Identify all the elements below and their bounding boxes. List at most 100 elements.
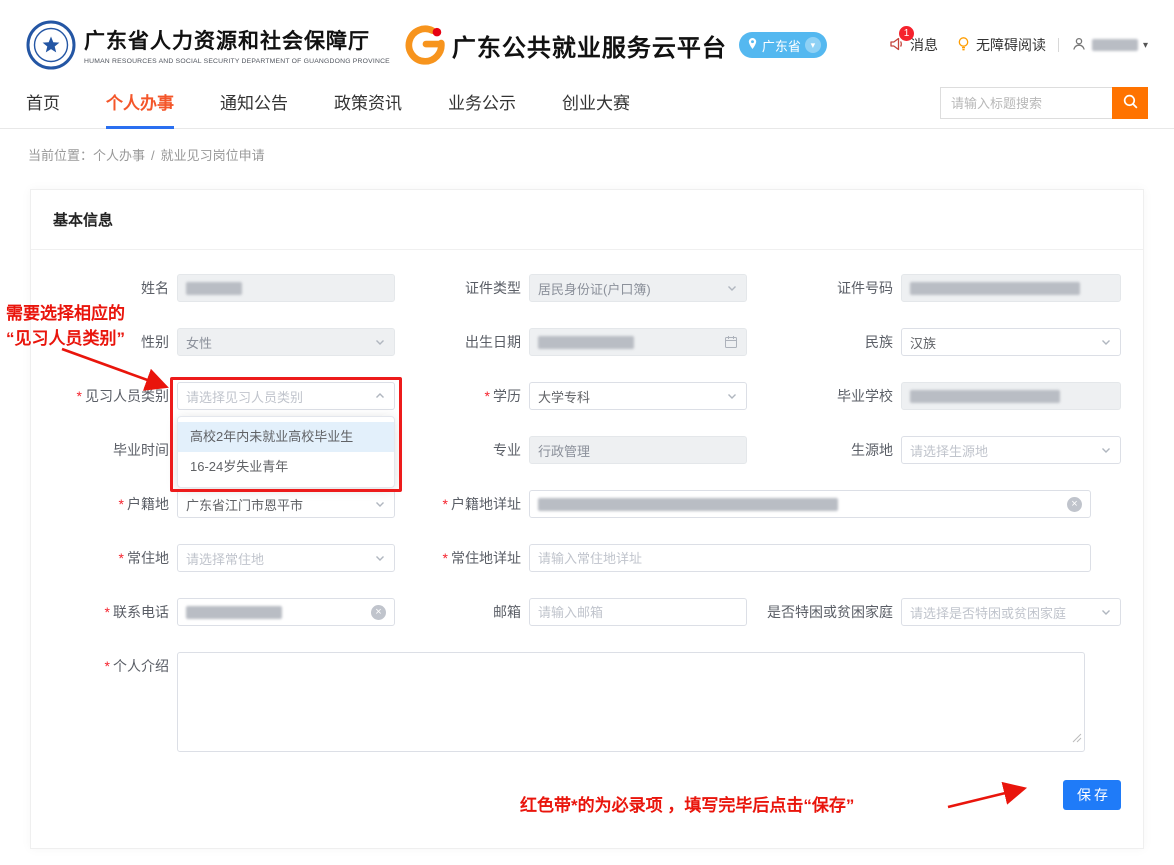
user-icon: [1071, 36, 1087, 55]
platform-title: 广东公共就业服务云平台: [452, 28, 727, 63]
name-field: [177, 274, 395, 302]
trainee-category-select[interactable]: 请选择见习人员类别: [177, 382, 395, 410]
basic-info-card: 基本信息 姓名 证件类型 居民身份证(户口簿) 证件号码: [30, 189, 1144, 849]
name-label: 姓名: [53, 274, 177, 302]
trainee-category-label: *见习人员类别: [53, 382, 177, 410]
major-label: 专业: [403, 436, 529, 464]
form-row: *个人介绍: [53, 652, 1121, 752]
dept-name: 广东省人力资源和社会保障厅: [84, 25, 390, 55]
user-menu[interactable]: ▾: [1071, 36, 1148, 55]
id-number-label: 证件号码: [837, 274, 901, 302]
redacted-value: [186, 282, 242, 295]
messages-button[interactable]: 1 消息: [888, 35, 938, 55]
accessibility-button[interactable]: 无障碍阅读: [956, 35, 1046, 55]
dropdown-option-unemployed-youth[interactable]: 16-24岁失业青年: [178, 452, 394, 482]
search-input[interactable]: [940, 87, 1112, 119]
region-selector[interactable]: 广东省 ▾: [739, 32, 827, 58]
redacted-value: [910, 282, 1080, 295]
required-asterisk: *: [485, 388, 490, 404]
dept-subtitle: HUMAN RESOURCES AND SOCIAL SECURITY DEPA…: [84, 58, 390, 65]
clear-icon[interactable]: ×: [371, 605, 386, 620]
required-asterisk: *: [443, 550, 448, 566]
birth-date-label: 出生日期: [403, 328, 529, 356]
residence-label: *常住地: [53, 544, 177, 572]
nav-item-public-announcements[interactable]: 业务公示: [448, 78, 516, 129]
nav-item-home[interactable]: 首页: [26, 78, 60, 129]
nav-item-policy-news[interactable]: 政策资讯: [334, 78, 402, 129]
chevron-up-icon: [374, 390, 386, 402]
household-label: *户籍地: [53, 490, 177, 518]
intro-field-wrap: [177, 652, 1085, 752]
location-pin-icon: [747, 37, 758, 53]
required-asterisk: *: [77, 388, 82, 404]
chevron-down-icon: ▾: [1143, 40, 1148, 51]
id-type-label: 证件类型: [403, 274, 529, 302]
residence-select[interactable]: 请选择常住地: [177, 544, 395, 572]
ethnicity-select[interactable]: 汉族: [901, 328, 1121, 356]
intro-textarea[interactable]: [177, 652, 1085, 752]
phone-label: *联系电话: [53, 598, 177, 626]
poor-family-select[interactable]: 请选择是否特困或贫困家庭: [901, 598, 1121, 626]
intro-label: *个人介绍: [53, 652, 177, 680]
ethnicity-label: 民族: [865, 328, 901, 356]
region-label: 广东省: [762, 36, 801, 55]
calendar-icon: [724, 335, 738, 349]
platform-branding: 广东公共就业服务云平台: [404, 24, 727, 66]
redacted-value: [538, 498, 838, 511]
nav-item-notices[interactable]: 通知公告: [220, 78, 288, 129]
save-button[interactable]: 保存: [1063, 780, 1121, 810]
education-select[interactable]: 大学专科: [529, 382, 747, 410]
bulb-icon: [956, 36, 971, 55]
resize-handle-icon[interactable]: [1072, 730, 1082, 748]
breadcrumb: 当前位置：个人办事 / 就业见习岗位申请: [0, 129, 1174, 189]
breadcrumb-current: 就业见习岗位申请: [161, 148, 265, 163]
breadcrumb-separator: /: [151, 148, 155, 163]
header-actions: 1 消息 无障碍阅读 ▾: [888, 35, 1148, 55]
email-input[interactable]: [529, 598, 747, 626]
required-asterisk: *: [105, 604, 110, 620]
redacted-value: [186, 606, 282, 619]
dept-text: 广东省人力资源和社会保障厅 HUMAN RESOURCES AND SOCIAL…: [84, 25, 390, 65]
dept-emblem-logo: [26, 20, 76, 70]
redacted-value: [910, 390, 1060, 403]
annotation-line: “见习人员类别”: [6, 326, 125, 351]
dept-branding: 广东省人力资源和社会保障厅 HUMAN RESOURCES AND SOCIAL…: [26, 20, 390, 70]
chevron-down-icon: ▾: [805, 37, 821, 53]
platform-logo: [404, 24, 446, 66]
major-field: 行政管理: [529, 436, 747, 464]
poor-family-label: 是否特困或贫困家庭: [767, 598, 901, 626]
form-row: *常住地 请选择常住地 *常住地详址: [53, 544, 1121, 572]
nav-item-personal-services[interactable]: 个人办事: [106, 78, 174, 129]
chevron-down-icon: [726, 282, 738, 294]
household-address-field[interactable]: ×: [529, 490, 1091, 518]
message-count-badge: 1: [899, 26, 914, 41]
graduation-school-field: [901, 382, 1121, 410]
dropdown-option-graduate[interactable]: 高校2年内未就业高校毕业生: [178, 422, 394, 452]
annotation-dropdown-note: 需要选择相应的 “见习人员类别”: [6, 301, 125, 351]
redacted-value: [538, 336, 634, 349]
breadcrumb-prefix: 当前位置：: [28, 148, 93, 163]
card-title: 基本信息: [31, 190, 1143, 250]
search-button[interactable]: [1112, 87, 1148, 119]
annotation-save-note: 红色带*的为必录项 ，填写完毕后点击“保存”: [520, 791, 854, 816]
page: 广东省人力资源和社会保障厅 HUMAN RESOURCES AND SOCIAL…: [0, 0, 1174, 865]
form-row: 姓名 证件类型 居民身份证(户口簿) 证件号码: [53, 274, 1121, 302]
site-header: 广东省人力资源和社会保障厅 HUMAN RESOURCES AND SOCIAL…: [0, 0, 1174, 78]
origin-select[interactable]: 请选择生源地: [901, 436, 1121, 464]
residence-address-input[interactable]: [529, 544, 1091, 572]
form-row: *户籍地 广东省江门市恩平市 *户籍地详址 ×: [53, 490, 1121, 518]
residence-address-label: *常住地详址: [403, 544, 529, 572]
id-number-field: [901, 274, 1121, 302]
redacted-username: [1092, 39, 1138, 51]
phone-field[interactable]: ×: [177, 598, 395, 626]
trainee-category-dropdown: 请选择见习人员类别 高校2年内未就业高校毕业生 16-24岁失业青年: [177, 382, 395, 410]
required-asterisk: *: [119, 496, 124, 512]
clear-icon[interactable]: ×: [1067, 497, 1082, 512]
household-select[interactable]: 广东省江门市恩平市: [177, 490, 395, 518]
chevron-down-icon: [1100, 606, 1112, 618]
breadcrumb-parent[interactable]: 个人办事: [93, 148, 145, 163]
household-address-label: *户籍地详址: [403, 490, 529, 518]
nav-item-entrepreneurship-contest[interactable]: 创业大赛: [562, 78, 630, 129]
chevron-down-icon: [726, 390, 738, 402]
education-label: *学历: [403, 382, 529, 410]
